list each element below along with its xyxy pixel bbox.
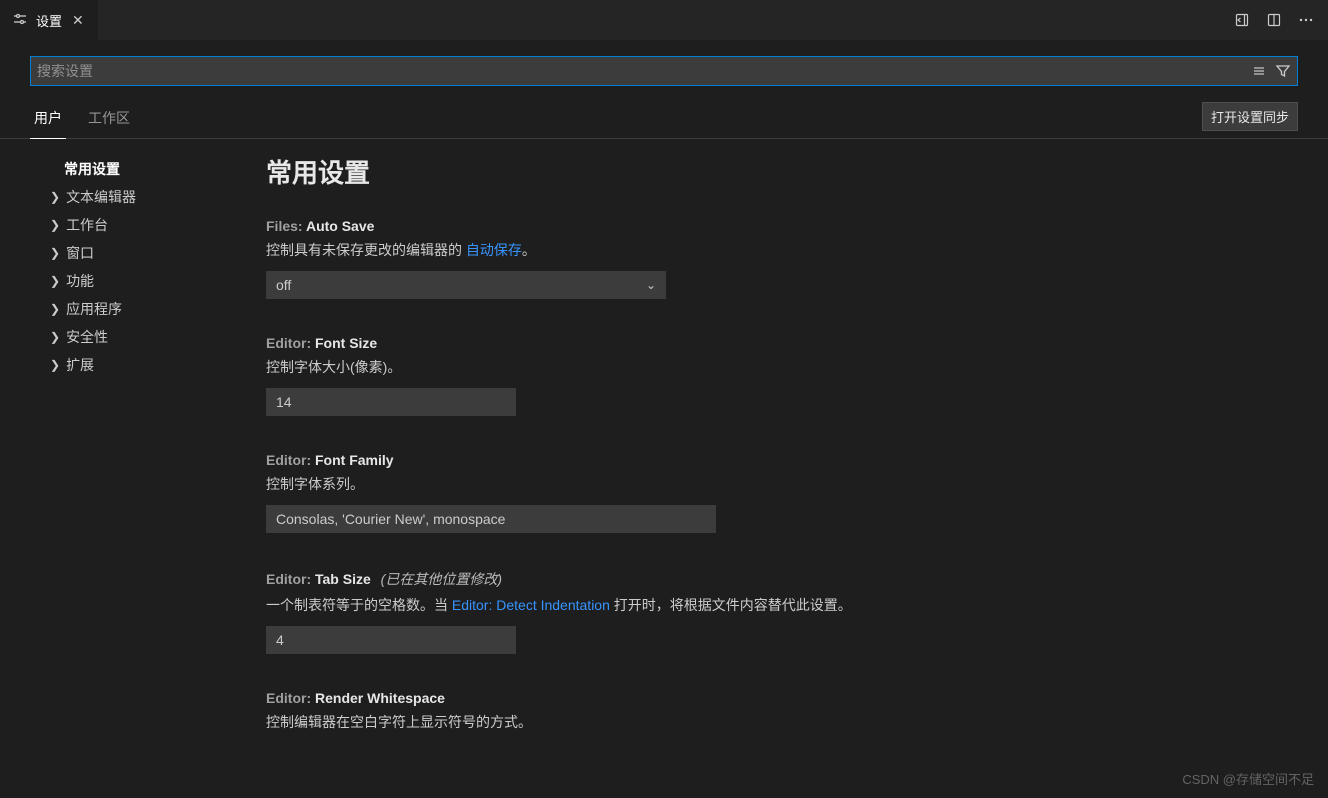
settings-tab[interactable]: 设置 ✕ <box>0 0 99 40</box>
setting-editor-fontfamily: Editor: Font Family 控制字体系列。 <box>266 452 1166 533</box>
settings-toc: 常用设置 ❯ 文本编辑器 ❯ 工作台 ❯ 窗口 ❯ 功能 ❯ 应用程序 ❯ 安全性 ❯ 扩展 <box>0 139 250 797</box>
setting-name: Tab Size <box>315 571 371 587</box>
desc-text: 一个制表符等于的空格数。当 <box>266 597 452 613</box>
setting-scope-label: Editor: <box>266 571 311 587</box>
toc-item-features[interactable]: ❯ 功能 <box>50 267 250 295</box>
more-actions-icon[interactable] <box>1298 12 1314 28</box>
scope-row: 用户 工作区 打开设置同步 <box>0 96 1328 139</box>
setting-editor-fontsize: Editor: Font Size 控制字体大小(像素)。 <box>266 335 1166 416</box>
setting-title: Editor: Tab Size (已在其他位置修改) <box>266 569 1166 589</box>
toc-item-window[interactable]: ❯ 窗口 <box>50 239 250 267</box>
setting-editor-tabsize: Editor: Tab Size (已在其他位置修改) 一个制表符等于的空格数。… <box>266 569 1166 654</box>
select-value: off <box>276 277 291 293</box>
search-actions <box>1249 61 1293 81</box>
modified-indicator: (已在其他位置修改) <box>381 571 502 587</box>
chevron-right-icon: ❯ <box>50 274 60 288</box>
close-icon[interactable]: ✕ <box>70 10 86 31</box>
toc-label: 扩展 <box>66 355 94 375</box>
open-settings-sync-button[interactable]: 打开设置同步 <box>1202 102 1298 131</box>
search-container <box>0 40 1328 96</box>
setting-title: Editor: Font Family <box>266 452 1166 468</box>
detect-indentation-link[interactable]: Editor: Detect Indentation <box>452 597 610 613</box>
setting-name: Render Whitespace <box>315 690 445 706</box>
setting-scope-label: Files: <box>266 218 303 234</box>
setting-scope-label: Editor: <box>266 335 311 351</box>
setting-editor-renderwhitespace: Editor: Render Whitespace 控制编辑器在空白字符上显示符… <box>266 690 1166 733</box>
setting-description: 控制具有未保存更改的编辑器的 自动保存。 <box>266 240 1166 261</box>
toggle-secondary-bar-icon[interactable] <box>1234 12 1250 28</box>
watermark: CSDN @存储空间不足 <box>1182 769 1314 788</box>
toc-item-text-editor[interactable]: ❯ 文本编辑器 <box>50 183 250 211</box>
tabs-container: 设置 ✕ <box>0 0 99 40</box>
toc-label: 窗口 <box>66 243 94 263</box>
scope-tab-workspace[interactable]: 工作区 <box>84 100 134 139</box>
tab-actions <box>1234 12 1328 28</box>
toc-label: 应用程序 <box>66 299 122 319</box>
desc-text: 打开时，将根据文件内容替代此设置。 <box>610 597 852 613</box>
desc-text: 控制具有未保存更改的编辑器的 <box>266 242 466 258</box>
setting-name: Font Family <box>315 452 394 468</box>
toc-item-common[interactable]: 常用设置 <box>64 155 250 183</box>
toc-item-application[interactable]: ❯ 应用程序 <box>50 295 250 323</box>
search-input[interactable] <box>37 63 1249 79</box>
setting-scope-label: Editor: <box>266 690 311 706</box>
scope-tab-user[interactable]: 用户 <box>30 100 66 139</box>
fontfamily-input[interactable] <box>266 505 716 533</box>
settings-slider-icon <box>12 11 28 30</box>
scope-tabs: 用户 工作区 <box>30 100 134 138</box>
setting-title: Editor: Render Whitespace <box>266 690 1166 706</box>
tab-label: 设置 <box>36 11 62 30</box>
setting-scope-label: Editor: <box>266 452 311 468</box>
chevron-right-icon: ❯ <box>50 190 60 204</box>
chevron-right-icon: ❯ <box>50 302 60 316</box>
toc-label: 文本编辑器 <box>66 187 136 207</box>
chevron-right-icon: ❯ <box>50 246 60 260</box>
autosave-select[interactable]: off ⌄ <box>266 271 666 299</box>
chevron-right-icon: ❯ <box>50 358 60 372</box>
section-title: 常用设置 <box>266 153 1298 190</box>
autosave-link[interactable]: 自动保存 <box>466 242 522 258</box>
setting-title: Editor: Font Size <box>266 335 1166 351</box>
settings-body: 常用设置 ❯文本编辑器 ❯工作台 ❯窗口 ❯功能 ❯应用程序 ❯安全性 ❯扩展 … <box>0 139 1328 797</box>
toc-label: 安全性 <box>66 327 108 347</box>
setting-files-autosave: Files: Auto Save 控制具有未保存更改的编辑器的 自动保存。 of… <box>266 218 1166 299</box>
setting-description: 控制字体大小(像素)。 <box>266 357 1166 378</box>
chevron-down-icon: ⌄ <box>646 278 656 292</box>
clear-search-icon[interactable] <box>1249 61 1269 81</box>
setting-name: Auto Save <box>306 218 374 234</box>
toc-label: 功能 <box>66 271 94 291</box>
tabsize-input[interactable] <box>266 626 516 654</box>
search-box <box>30 56 1298 86</box>
settings-content: 常用设置 Files: Auto Save 控制具有未保存更改的编辑器的 自动保… <box>250 139 1328 797</box>
setting-description: 一个制表符等于的空格数。当 Editor: Detect Indentation… <box>266 595 1166 616</box>
desc-text: 。 <box>522 242 536 258</box>
setting-description: 控制编辑器在空白字符上显示符号的方式。 <box>266 712 1166 733</box>
toc-label: 工作台 <box>66 215 108 235</box>
chevron-right-icon: ❯ <box>50 218 60 232</box>
toc-item-extensions[interactable]: ❯ 扩展 <box>50 351 250 379</box>
setting-description: 控制字体系列。 <box>266 474 1166 495</box>
setting-title: Files: Auto Save <box>266 218 1166 234</box>
chevron-right-icon: ❯ <box>50 330 60 344</box>
toc-item-security[interactable]: ❯ 安全性 <box>50 323 250 351</box>
filter-icon[interactable] <box>1273 61 1293 81</box>
toc-item-workbench[interactable]: ❯ 工作台 <box>50 211 250 239</box>
fontsize-input[interactable] <box>266 388 516 416</box>
setting-name: Font Size <box>315 335 377 351</box>
split-editor-icon[interactable] <box>1266 12 1282 28</box>
editor-tab-bar: 设置 ✕ <box>0 0 1328 40</box>
